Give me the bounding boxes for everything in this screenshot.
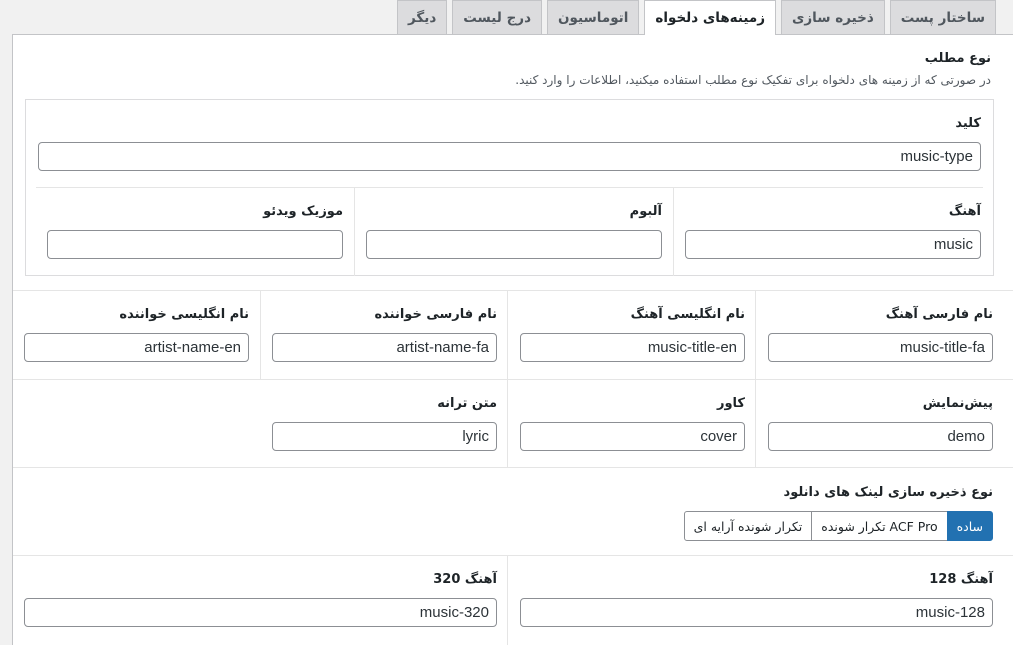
cover-label: کاور [716, 396, 745, 411]
quality-128-label: آهنگ 128 [929, 572, 993, 587]
lyric-label: متن ترانه [437, 396, 497, 411]
quality-128-input[interactable] [520, 598, 993, 627]
artist-name-en-label: نام انگلیسی خواننده [119, 307, 249, 322]
tab-other[interactable]: دیگر [397, 0, 448, 34]
divider [13, 555, 1013, 556]
type-song-label: آهنگ [948, 204, 981, 219]
artist-name-en-input[interactable] [24, 333, 249, 362]
tab-automation[interactable]: اتوماسیون [547, 0, 640, 34]
storage-option-simple[interactable]: ساده [946, 511, 993, 541]
lyric-input[interactable] [272, 422, 497, 451]
tab-storage[interactable]: ذخیره سازی [781, 0, 885, 34]
storage-option-acf-pro[interactable]: تکرار شونده ACF Pro [811, 511, 948, 541]
preview-input[interactable] [768, 422, 993, 451]
type-album-label: آلبوم [629, 204, 662, 219]
divider [507, 556, 508, 645]
cover-input[interactable] [520, 422, 745, 451]
quality-320-label: آهنگ 320 [433, 572, 497, 587]
song-title-fa-label: نام فارسی آهنگ [885, 307, 993, 322]
post-type-box: کلید آهنگ آلبوم موزیک ویدئو [25, 99, 994, 276]
artist-name-fa-label: نام فارسی خواننده [374, 307, 497, 322]
artist-name-fa-input[interactable] [272, 333, 497, 362]
download-storage-toggle: ساده تکرار شونده ACF Pro تکرار شونده آرا… [683, 511, 993, 541]
storage-option-array[interactable]: تکرار شونده آرایه ای [683, 511, 813, 541]
tab-post-structure[interactable]: ساختار پست [889, 0, 996, 34]
post-type-title: نوع مطلب [924, 51, 991, 66]
tab-insert-list[interactable]: درج لیست [452, 0, 543, 34]
quality-320-input[interactable] [24, 598, 497, 627]
settings-tabs: ساختار پست ذخیره سازی زمینه‌های دلخواه ا… [397, 0, 996, 35]
post-type-description: در صورتی که از زمینه های دلخواه برای تفک… [515, 73, 991, 87]
type-album-input[interactable] [366, 230, 662, 259]
divider [36, 187, 983, 188]
key-label: کلید [955, 116, 981, 131]
song-title-en-input[interactable] [520, 333, 745, 362]
divider [260, 291, 261, 379]
type-song-input[interactable] [685, 230, 981, 259]
divider [673, 188, 674, 276]
key-input[interactable] [38, 142, 981, 171]
preview-label: پیش‌نمایش [922, 396, 993, 411]
divider [13, 290, 1013, 291]
type-music-video-label: موزیک ویدئو [263, 204, 343, 219]
type-music-video-input[interactable] [47, 230, 343, 259]
song-title-en-label: نام انگلیسی آهنگ [630, 307, 745, 322]
song-title-fa-input[interactable] [768, 333, 993, 362]
divider [13, 379, 1013, 380]
divider [354, 188, 355, 276]
divider [13, 467, 1013, 468]
tab-custom-fields[interactable]: زمینه‌های دلخواه [644, 0, 777, 35]
settings-panel: نوع مطلب در صورتی که از زمینه های دلخواه… [12, 34, 1013, 645]
download-storage-title: نوع ذخیره سازی لینک های دانلود [783, 485, 993, 500]
